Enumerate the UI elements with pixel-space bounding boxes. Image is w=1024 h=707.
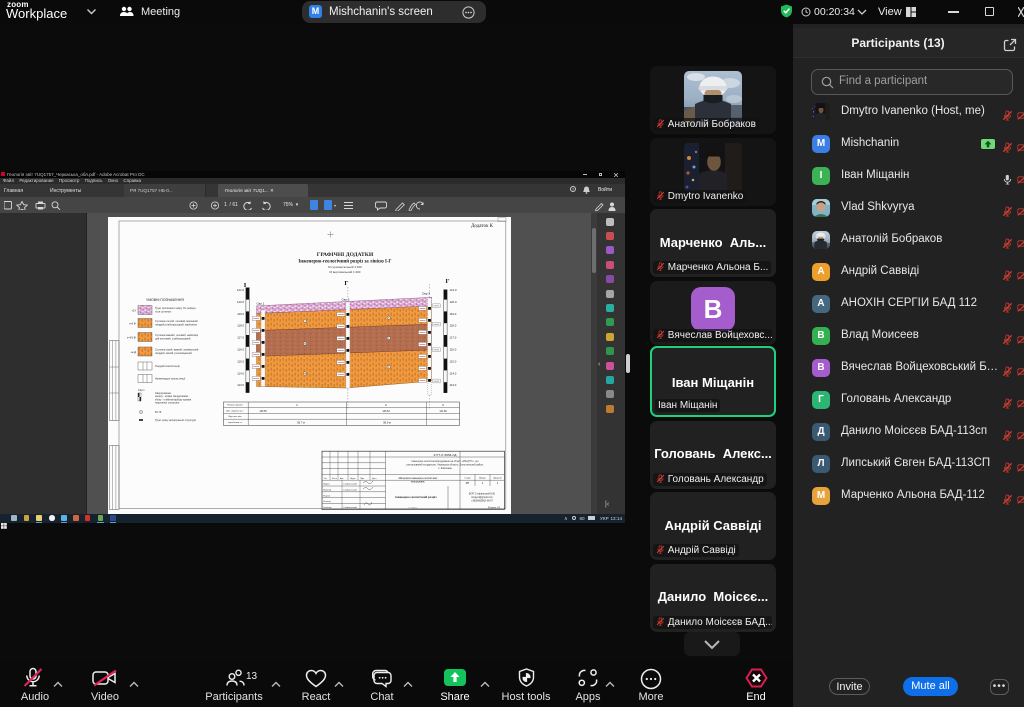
svg-text:твердий,слабопросідний, карбон: твердий,слабопросідний, карбонати	[155, 323, 198, 326]
svg-text:117.0: 117.0	[237, 335, 244, 339]
svg-text:116.0: 116.0	[237, 347, 244, 351]
svg-text:2: 2	[385, 403, 387, 407]
svg-text:121.0: 121.0	[449, 288, 456, 292]
svg-text:Свр.2: Свр.2	[341, 297, 349, 301]
svg-text:Свр.3: Свр.3	[422, 291, 430, 295]
svg-text:117.0: 117.0	[449, 335, 456, 339]
svg-text:Кільк: Кільк	[332, 477, 337, 480]
svg-text:131.86: 131.86	[439, 410, 447, 413]
svg-text:Інженерно-геологічний розріз з: Інженерно-геологічний розріз за лінією І…	[298, 259, 391, 264]
svg-text:розташований за адресою: Черка: розташований за адресою: Черкаська облас…	[406, 463, 483, 466]
svg-text:Стадія: Стадія	[464, 476, 472, 479]
svg-text:3: 3	[442, 403, 444, 407]
svg-text:Дата: Дата	[372, 478, 377, 480]
svg-text:Свр.1: Свр.1	[256, 301, 264, 305]
svg-text:Додаток К: Додаток К	[470, 224, 493, 229]
svg-text:Сторінка: Сторінка	[408, 506, 418, 509]
svg-text:Аркуш: Аркуш	[479, 476, 486, 479]
svg-text:Подав: Подав	[323, 483, 330, 485]
svg-text:118.0: 118.0	[449, 323, 456, 327]
svg-text:М вертикальний 1:200: М вертикальний 1:200	[329, 270, 360, 274]
svg-text:РП: РП	[465, 481, 469, 485]
svg-text:118.0: 118.0	[237, 323, 244, 327]
svg-text:Зм: Зм	[324, 478, 327, 480]
svg-text:Номер виробки: Номер виробки	[227, 404, 243, 406]
svg-text:113.0: 113.0	[237, 383, 244, 387]
svg-text:Інженерно-геологічні вишукуван: Інженерно-геологічні вишукування на об'є…	[411, 460, 479, 463]
svg-text:виробками, м: виробками, м	[228, 422, 242, 424]
svg-text:Розроб: Розроб	[323, 495, 331, 497]
svg-text:116.0: 116.0	[449, 347, 456, 351]
svg-text:115.0: 115.0	[449, 359, 456, 363]
svg-text:Твердий консистенції: Твердий консистенції	[155, 365, 180, 368]
svg-text:дий котловий, слабопросідний: дий котловий, слабопросідний	[155, 337, 191, 340]
svg-text:Свр.1: Свр.1	[138, 389, 145, 392]
svg-text:Затверд: Затверд	[323, 506, 332, 508]
svg-text:с. Жовтневе: с. Жовтневе	[438, 467, 452, 470]
svg-text:1: 1	[296, 403, 298, 407]
svg-text:55.7 м: 55.7 м	[297, 420, 305, 424]
svg-text:58.9 м: 58.9 м	[383, 420, 391, 424]
svg-text:Перевір: Перевір	[323, 488, 332, 491]
svg-text:е-4/1-ІІІ: е-4/1-ІІІ	[127, 335, 136, 339]
svg-text:Арк: Арк	[340, 477, 343, 480]
svg-text:+е-Д: +е-Д	[130, 350, 136, 354]
svg-text:Напівтвердої консистенції: Напівтвердої консистенції	[155, 377, 185, 380]
svg-text:Н.контр: Н.контр	[323, 501, 332, 503]
svg-text:119.0: 119.0	[449, 311, 456, 315]
svg-text:е-6 ІІІ: е-6 ІІІ	[129, 321, 136, 325]
svg-text:+38(068)5862-08-07: +38(068)5862-08-07	[471, 499, 494, 502]
svg-text:Інженерно-геологічний розріз: Інженерно-геологічний розріз	[395, 495, 437, 499]
svg-text:113.0: 113.0	[449, 383, 456, 387]
svg-text:порушеної структури: порушеної структури	[155, 401, 180, 404]
svg-text:1: 1	[481, 481, 483, 485]
svg-text:136.63: 136.63	[382, 410, 390, 413]
svg-text:УМОВНІ ПОЗНАЧЕННЯ: УМОВНІ ПОЗНАЧЕННЯ	[146, 298, 184, 302]
svg-text:120.0: 120.0	[449, 299, 456, 303]
svg-text:60.75: 60.75	[155, 411, 162, 414]
svg-text:120.0: 120.0	[237, 299, 244, 303]
svg-text:М горизонтальний 1:100: М горизонтальний 1:100	[328, 265, 362, 269]
svg-text:Відстань між: Відстань між	[228, 415, 241, 418]
svg-text:115.0: 115.0	[237, 359, 244, 363]
svg-text:ться суглинок: ться суглинок	[155, 310, 172, 313]
svg-text:Стефанський: Стефанський	[343, 488, 357, 491]
svg-text:Формат А3: Формат А3	[488, 506, 501, 509]
svg-text:119.0: 119.0	[237, 311, 244, 315]
svg-text:+1У: +1У	[131, 308, 136, 312]
svg-text:ГРАФІЧНІ ДОДАТКИ: ГРАФІЧНІ ДОДАТКИ	[316, 252, 373, 258]
svg-text:4777-ІГ-5656-СД: 4777-ІГ-5656-СД	[433, 452, 456, 456]
svg-text:І': І'	[445, 278, 450, 285]
svg-text:Стефанський: Стефанський	[343, 505, 357, 508]
svg-text:Стефанський: Стефанський	[343, 482, 357, 485]
svg-text:вишукувань: вишукувань	[411, 480, 425, 483]
svg-text:№док: №док	[350, 477, 355, 480]
svg-text:Аркушів: Аркушів	[493, 476, 502, 479]
svg-text:1: 1	[496, 481, 498, 485]
svg-text:Г: Г	[344, 280, 348, 287]
svg-text:121.0: 121.0	[237, 288, 244, 292]
svg-text:Підп: Підп	[360, 477, 364, 480]
svg-text:114.0: 114.0	[237, 371, 244, 375]
svg-text:114.0: 114.0	[449, 371, 456, 375]
svg-text:136.56: 136.56	[259, 410, 267, 413]
svg-text:Ґрунт зразу непорушеної структ: Ґрунт зразу непорушеної структури	[155, 419, 197, 422]
svg-text:твердий, малий, речозміцнений: твердий, малий, речозміцнений	[155, 351, 192, 354]
svg-text:Абс. відмітка уст.: Абс. відмітка уст.	[226, 409, 244, 412]
